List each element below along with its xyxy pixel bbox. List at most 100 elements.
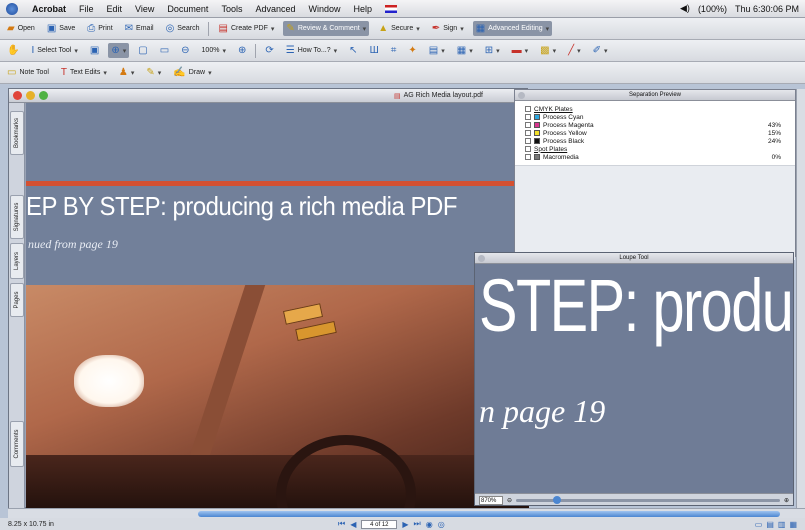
menu-tools[interactable]: Tools xyxy=(221,4,242,14)
lock-icon: ▲ xyxy=(378,23,389,34)
advanced-editing-button[interactable]: ▦ Advanced Editing ▾ xyxy=(472,21,553,36)
fit-page-icon: ▭ xyxy=(159,45,170,56)
menu-document[interactable]: Document xyxy=(167,4,208,14)
slider-knob[interactable] xyxy=(552,496,561,504)
touchup-button[interactable]: Ш xyxy=(367,43,382,58)
facing-icon[interactable]: ▥ xyxy=(778,520,786,529)
attach-button[interactable]: ✐ ▾ xyxy=(590,43,611,58)
plate-checkbox[interactable] xyxy=(525,114,531,120)
zoom-window-button[interactable] xyxy=(39,91,48,100)
loupe-zoom-field[interactable]: 870% xyxy=(479,496,503,505)
open-button[interactable]: ▰ Open xyxy=(4,21,38,36)
menu-file[interactable]: File xyxy=(79,4,94,14)
pencil-button[interactable]: ╱ ▾ xyxy=(565,43,584,58)
continuous-facing-icon[interactable]: ▦ xyxy=(789,520,797,529)
create-pdf-button[interactable]: ▤ Create PDF ▾ xyxy=(215,21,277,36)
plate-coverage: 15% xyxy=(767,129,781,137)
battery-status[interactable]: (100%) xyxy=(698,4,727,14)
plate-checkbox[interactable] xyxy=(525,130,531,136)
plate-row[interactable]: Macromedia 0% xyxy=(525,153,781,161)
sign-button[interactable]: ✒ Sign ▾ xyxy=(429,21,467,36)
input-flag-icon[interactable] xyxy=(385,4,398,13)
plate-row[interactable]: Process Cyan xyxy=(525,113,781,121)
tab-bookmarks[interactable]: Bookmarks xyxy=(10,111,24,155)
menu-view[interactable]: View xyxy=(135,4,154,14)
search-button[interactable]: ◎ Search xyxy=(163,21,203,36)
article-tool-button[interactable]: ⊞ ▾ xyxy=(482,43,503,58)
zoom-in-icon[interactable]: ⊕ xyxy=(784,497,789,504)
plate-checkbox[interactable] xyxy=(525,146,531,152)
menu-window[interactable]: Window xyxy=(308,4,340,14)
menu-clock[interactable]: Thu 6:30:06 PM xyxy=(735,4,799,14)
scrollbar-thumb[interactable] xyxy=(198,511,780,517)
plate-checkbox[interactable] xyxy=(525,154,531,160)
next-view-icon[interactable]: ◎ xyxy=(438,520,445,529)
highlight-button[interactable]: ▩ ▾ xyxy=(537,43,559,58)
vertical-scrollbar[interactable] xyxy=(796,89,805,509)
form-tool-button[interactable]: ▦ ▾ xyxy=(454,43,476,58)
pointer-button[interactable]: ↖ xyxy=(346,43,360,58)
plate-group-header[interactable]: Spot Plates xyxy=(525,145,781,153)
save-button[interactable]: ▣ Save xyxy=(44,21,78,36)
close-loupe-button[interactable] xyxy=(478,255,485,262)
single-page-icon[interactable]: ▭ xyxy=(755,520,763,529)
secure-button[interactable]: ▲ Secure ▾ xyxy=(375,21,423,36)
menu-help[interactable]: Help xyxy=(354,4,373,14)
previous-page-icon[interactable]: ◀ xyxy=(350,520,356,529)
zoom-tool-button[interactable]: ⊕ ▾ xyxy=(108,43,130,58)
email-button[interactable]: ✉ Email xyxy=(122,21,157,36)
plate-row[interactable]: Process Magenta 43% xyxy=(525,121,781,129)
last-page-icon[interactable]: ⏭ xyxy=(414,519,421,529)
plate-row[interactable]: Process Yellow 15% xyxy=(525,129,781,137)
menu-advanced[interactable]: Advanced xyxy=(255,4,295,14)
plate-checkbox[interactable] xyxy=(525,106,531,112)
stamp-button[interactable]: ♟ ▾ xyxy=(116,65,137,80)
actual-size-button[interactable]: ▢ xyxy=(135,43,150,58)
menu-app[interactable]: Acrobat xyxy=(32,4,66,14)
article-subhead: nued from page 19 xyxy=(28,237,118,251)
zoom-out-button[interactable]: ⊖ xyxy=(178,43,192,58)
plate-row[interactable]: Process Black 24% xyxy=(525,137,781,145)
highlighter-button[interactable]: ✎ ▾ xyxy=(143,65,164,80)
color-tool-button[interactable]: ▬ ▾ xyxy=(509,43,532,58)
loupe-zoom-slider[interactable] xyxy=(516,496,780,504)
note-tool-button[interactable]: ▭ Note Tool xyxy=(4,65,52,80)
pdf-page[interactable]: EP BY STEP: producing a rich media PDF n… xyxy=(26,103,529,509)
close-panel-button[interactable] xyxy=(518,92,525,99)
horizontal-scrollbar[interactable] xyxy=(8,508,805,518)
rotate-button[interactable]: ⟳ xyxy=(262,43,276,58)
plate-checkbox[interactable] xyxy=(525,122,531,128)
zoom-level-field[interactable]: 100% ▾ xyxy=(199,45,229,57)
plate-checkbox[interactable] xyxy=(525,138,531,144)
zoom-in-button[interactable]: ⊕ xyxy=(235,43,249,58)
link-tool-button[interactable]: ✦ xyxy=(405,43,419,58)
menu-edit[interactable]: Edit xyxy=(107,4,123,14)
hand-tool-button[interactable]: ✋ xyxy=(4,43,22,58)
continuous-icon[interactable]: ▤ xyxy=(766,520,774,529)
highlighter-icon: ✎ xyxy=(146,67,155,78)
volume-icon[interactable]: ◀) xyxy=(680,3,690,14)
text-edits-button[interactable]: T Text Edits ▾ xyxy=(58,65,110,80)
minimize-window-button[interactable] xyxy=(26,91,35,100)
tab-signatures[interactable]: Signatures xyxy=(10,195,24,239)
zoom-out-icon[interactable]: ⊖ xyxy=(507,497,512,504)
select-tool-button[interactable]: I Select Tool ▾ xyxy=(28,43,80,58)
crop-button[interactable]: ⌗ xyxy=(388,43,400,58)
tab-comments[interactable]: Comments xyxy=(10,421,24,467)
previous-view-icon[interactable]: ◉ xyxy=(426,520,433,529)
page-number-field[interactable]: 4 of 12 xyxy=(361,519,398,529)
tab-pages[interactable]: Pages xyxy=(10,283,24,317)
how-to-button[interactable]: ☰ How To...? ▾ xyxy=(283,43,340,58)
close-window-button[interactable] xyxy=(13,91,22,100)
apple-menu-icon[interactable] xyxy=(6,2,18,15)
plate-group-header[interactable]: CMYK Plates xyxy=(525,105,781,113)
fit-page-button[interactable]: ▭ xyxy=(157,43,172,58)
review-comment-button[interactable]: ✎ Review & Comment ▾ xyxy=(283,21,370,36)
tab-layers[interactable]: Layers xyxy=(10,243,24,279)
print-button[interactable]: ⎙ Print xyxy=(84,21,115,36)
media-tool-button[interactable]: ▤ ▾ xyxy=(426,43,448,58)
first-page-icon[interactable]: ⏮ xyxy=(338,519,345,529)
draw-button[interactable]: ✍ Draw ▾ xyxy=(170,65,214,80)
next-page-icon[interactable]: ▶ xyxy=(402,520,408,529)
snapshot-button[interactable]: ▣ xyxy=(87,43,102,58)
